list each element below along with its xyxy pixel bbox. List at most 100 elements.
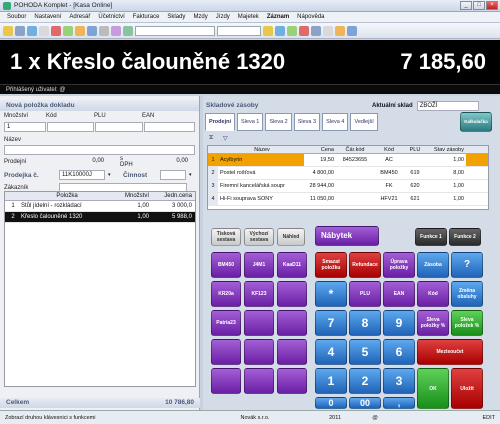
ean-button[interactable]: EAN — [383, 281, 415, 307]
digit-00[interactable]: 00 — [349, 397, 381, 409]
name-input[interactable] — [4, 145, 195, 155]
delete-item-button[interactable]: Smazat položku — [315, 252, 347, 278]
refresh-icon[interactable] — [287, 25, 297, 36]
product-key[interactable] — [211, 368, 241, 394]
comma-button[interactable]: , — [383, 397, 415, 409]
funnel-icon[interactable]: ▽ — [223, 135, 228, 142]
product-key[interactable] — [277, 339, 307, 365]
menu-zaznam[interactable]: Záznam — [263, 14, 293, 20]
product-key[interactable] — [277, 281, 307, 307]
menu-nastaveni[interactable]: Nastavení — [30, 14, 65, 20]
save-button[interactable]: Uložit — [451, 368, 483, 409]
digit-8[interactable]: 8 — [349, 310, 381, 336]
calculator-icon[interactable] — [123, 25, 133, 36]
digit-1[interactable]: 1 — [315, 368, 347, 394]
code-button[interactable]: Kód — [417, 281, 449, 307]
receipt-number[interactable]: 11K10000J — [59, 170, 105, 180]
digit-9[interactable]: 9 — [383, 310, 415, 336]
item-discount-button[interactable]: Sleva položky % — [417, 310, 449, 336]
sort-icon[interactable] — [99, 25, 109, 36]
filter-icon[interactable] — [87, 25, 97, 36]
digit-5[interactable]: 5 — [349, 339, 381, 365]
menu-fakturace[interactable]: Fakturace — [129, 14, 164, 20]
ok-button[interactable]: OK — [417, 368, 449, 409]
refund-button[interactable]: Refundace — [349, 252, 381, 278]
stock-row[interactable]: 3 Firemní kancelářská soupr 28 944,00 FK 620… — [208, 180, 488, 193]
menu-sklady[interactable]: Sklady — [163, 14, 189, 20]
filter-icon[interactable]: ⧖ — [209, 135, 213, 142]
menu-soubor[interactable]: Soubor — [3, 14, 30, 20]
all-discount-button[interactable]: Sleva položek % — [451, 310, 483, 336]
digit-7[interactable]: 7 — [315, 310, 347, 336]
tab-sleva3[interactable]: Sleva 3 — [293, 113, 321, 131]
stop-icon[interactable] — [299, 25, 309, 36]
function1-button[interactable]: Funkce 1 — [415, 228, 447, 246]
agenda-select[interactable] — [217, 25, 261, 36]
minimize-button[interactable]: _ — [460, 1, 472, 10]
dropdown-icon[interactable]: ▾ — [189, 172, 192, 178]
product-key[interactable] — [244, 310, 274, 336]
product-key[interactable]: KF123 — [244, 281, 274, 307]
stock-button[interactable]: Zásoba — [417, 252, 449, 278]
product-key[interactable]: KaaD11 — [277, 252, 307, 278]
menu-mzdy[interactable]: Mzdy — [189, 14, 211, 20]
code-input[interactable] — [46, 122, 95, 132]
home-icon[interactable] — [275, 25, 285, 36]
dropdown-icon[interactable]: ▾ — [108, 172, 114, 178]
percent-icon[interactable] — [111, 25, 121, 36]
stock-row[interactable]: 1 Acylbyrin 19,50 84523655 AC 1,00 — [208, 154, 488, 167]
product-key[interactable]: J4M1 — [244, 252, 274, 278]
folder-icon[interactable] — [3, 25, 13, 36]
close-button[interactable]: × — [486, 1, 498, 10]
product-key[interactable]: KR20a — [211, 281, 241, 307]
digit-2[interactable]: 2 — [349, 368, 381, 394]
table-row[interactable]: 1 Stůl jídelní - rozkládací 1,00 3 000,0 — [5, 201, 195, 212]
plu-input[interactable] — [95, 122, 143, 132]
tab-vedlejsi[interactable]: Vedlejší — [350, 113, 378, 131]
tab-prodejni[interactable]: Prodejní — [205, 113, 236, 131]
menu-jizdy[interactable]: Jízdy — [212, 14, 234, 20]
mail-icon[interactable] — [311, 25, 321, 36]
edit-icon[interactable] — [75, 25, 85, 36]
settings-icon[interactable] — [323, 25, 333, 36]
delete-icon[interactable] — [51, 25, 61, 36]
menu-napoveda[interactable]: Nápověda — [293, 14, 328, 20]
help-button[interactable]: ? — [451, 252, 483, 278]
menu-ucetnictvi[interactable]: Účetnictví — [94, 14, 128, 20]
stock-row[interactable]: 2 Postel rošťová 4 800,00 BM450 619 8,00 — [208, 167, 488, 180]
product-key[interactable] — [211, 339, 241, 365]
digit-6[interactable]: 6 — [383, 339, 415, 365]
multiply-button[interactable]: * — [315, 281, 347, 307]
tab-sleva2[interactable]: Sleva 2 — [265, 113, 292, 131]
ean-input[interactable] — [143, 122, 196, 132]
activity-select[interactable] — [160, 170, 186, 180]
stock-row[interactable]: 4 Hi-Fi souprava SONY 11 050,00 HFV21 621 1,0… — [208, 193, 488, 206]
print-icon[interactable] — [15, 25, 25, 36]
subtotal-button[interactable]: Mezisoučet — [417, 339, 483, 365]
current-stock-select[interactable]: ZBOŽÍ — [416, 100, 479, 111]
menu-majetek[interactable]: Majetek — [234, 14, 263, 20]
maximize-button[interactable]: □ — [473, 1, 485, 10]
edit-item-button[interactable]: Úprava položky — [383, 252, 415, 278]
change-operator-button[interactable]: Změna obsluhy — [451, 281, 483, 307]
digit-4[interactable]: 4 — [315, 339, 347, 365]
category-select[interactable]: Nábytek — [315, 226, 379, 246]
product-key[interactable]: Patria23 — [211, 310, 241, 336]
copy-icon[interactable] — [39, 25, 49, 36]
product-key[interactable] — [244, 368, 274, 394]
product-key[interactable] — [277, 368, 307, 394]
tab-sleva4[interactable]: Sleva 4 — [322, 113, 349, 131]
table-row[interactable]: 2 Křeslo čalouněné 1320 1,00 5 988,0 — [5, 212, 195, 223]
digit-0[interactable]: 0 — [315, 397, 347, 409]
qty-input[interactable]: 1 — [4, 122, 46, 132]
new-icon[interactable] — [63, 25, 73, 36]
product-key[interactable]: BM450 — [211, 252, 241, 278]
print-report-button[interactable]: Tisková sestava — [211, 228, 241, 246]
search-input[interactable] — [135, 25, 215, 36]
digit-3[interactable]: 3 — [383, 368, 415, 394]
product-key[interactable] — [277, 310, 307, 336]
star-icon[interactable] — [263, 25, 273, 36]
preview-button[interactable]: Náhled — [277, 228, 305, 246]
menu-adresar[interactable]: Adresář — [65, 14, 94, 20]
calculator-button[interactable]: Kalkulačka — [460, 112, 492, 132]
